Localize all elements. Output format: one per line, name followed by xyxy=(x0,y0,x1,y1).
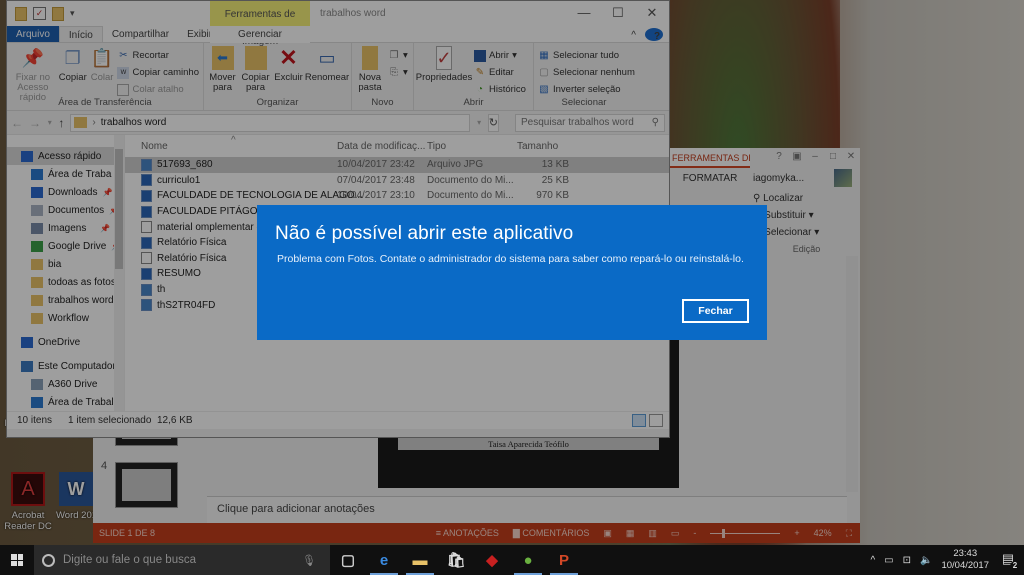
volume-icon[interactable]: 🔈 xyxy=(920,555,932,566)
powerpoint-icon: P xyxy=(558,551,569,569)
edge-icon: e xyxy=(379,551,389,569)
task-view-icon: ▢ xyxy=(340,552,356,569)
search-placeholder: Digite ou fale o que busca xyxy=(63,554,196,566)
taskbar: Digite ou fale o que busca 🎙 ▢ e ▬ 🛍 ◆ ● P ^ ▭… xyxy=(0,545,1024,575)
clock-date: 10/04/2017 xyxy=(941,560,989,571)
store-icon: 🛍 xyxy=(446,552,466,569)
notification-count: 2 xyxy=(1010,561,1020,571)
file-explorer-taskbar-button[interactable]: ▬ xyxy=(402,545,438,575)
cortana-icon xyxy=(42,553,55,567)
autodesk-taskbar-button[interactable]: ◆ xyxy=(474,545,510,575)
network-icon[interactable]: ⊡ xyxy=(903,555,911,566)
close-button[interactable]: Fechar xyxy=(682,299,749,323)
store-taskbar-button[interactable]: 🛍 xyxy=(438,545,474,575)
system-tray: ^ ▭ ⊡ 🔈 23:43 10/04/2017 ▤ 2 xyxy=(870,548,1024,572)
edge-taskbar-button[interactable]: e xyxy=(366,545,402,575)
show-hidden-icons-icon[interactable]: ^ xyxy=(870,555,875,566)
action-center-button[interactable]: ▤ 2 xyxy=(998,551,1020,571)
microphone-icon[interactable]: 🎙 xyxy=(302,554,316,567)
taskbar-pinned-apps: ▢ e ▬ 🛍 ◆ ● P xyxy=(330,545,582,575)
cortana-search-box[interactable]: Digite ou fale o que busca 🎙 xyxy=(34,545,330,575)
dialog-message: Problema com Fotos. Contate o administra… xyxy=(277,253,744,265)
task-view-taskbar-button[interactable]: ▢ xyxy=(330,545,366,575)
error-dialog: Não é possível abrir este aplicativo Pro… xyxy=(257,205,767,340)
battery-icon[interactable]: ▭ xyxy=(884,555,893,566)
file-explorer-icon: ▬ xyxy=(412,551,428,569)
clock-time: 23:43 xyxy=(953,548,978,559)
powerpoint-taskbar-button[interactable]: P xyxy=(546,545,582,575)
utorrent-taskbar-button[interactable]: ● xyxy=(510,545,546,575)
autodesk-icon: ◆ xyxy=(486,552,498,569)
clock[interactable]: 23:43 10/04/2017 xyxy=(941,548,989,572)
start-button[interactable] xyxy=(0,545,34,575)
windows-logo-icon xyxy=(11,554,23,566)
utorrent-icon: ● xyxy=(523,551,533,569)
dialog-title: Não é possível abrir este aplicativo xyxy=(275,223,574,244)
